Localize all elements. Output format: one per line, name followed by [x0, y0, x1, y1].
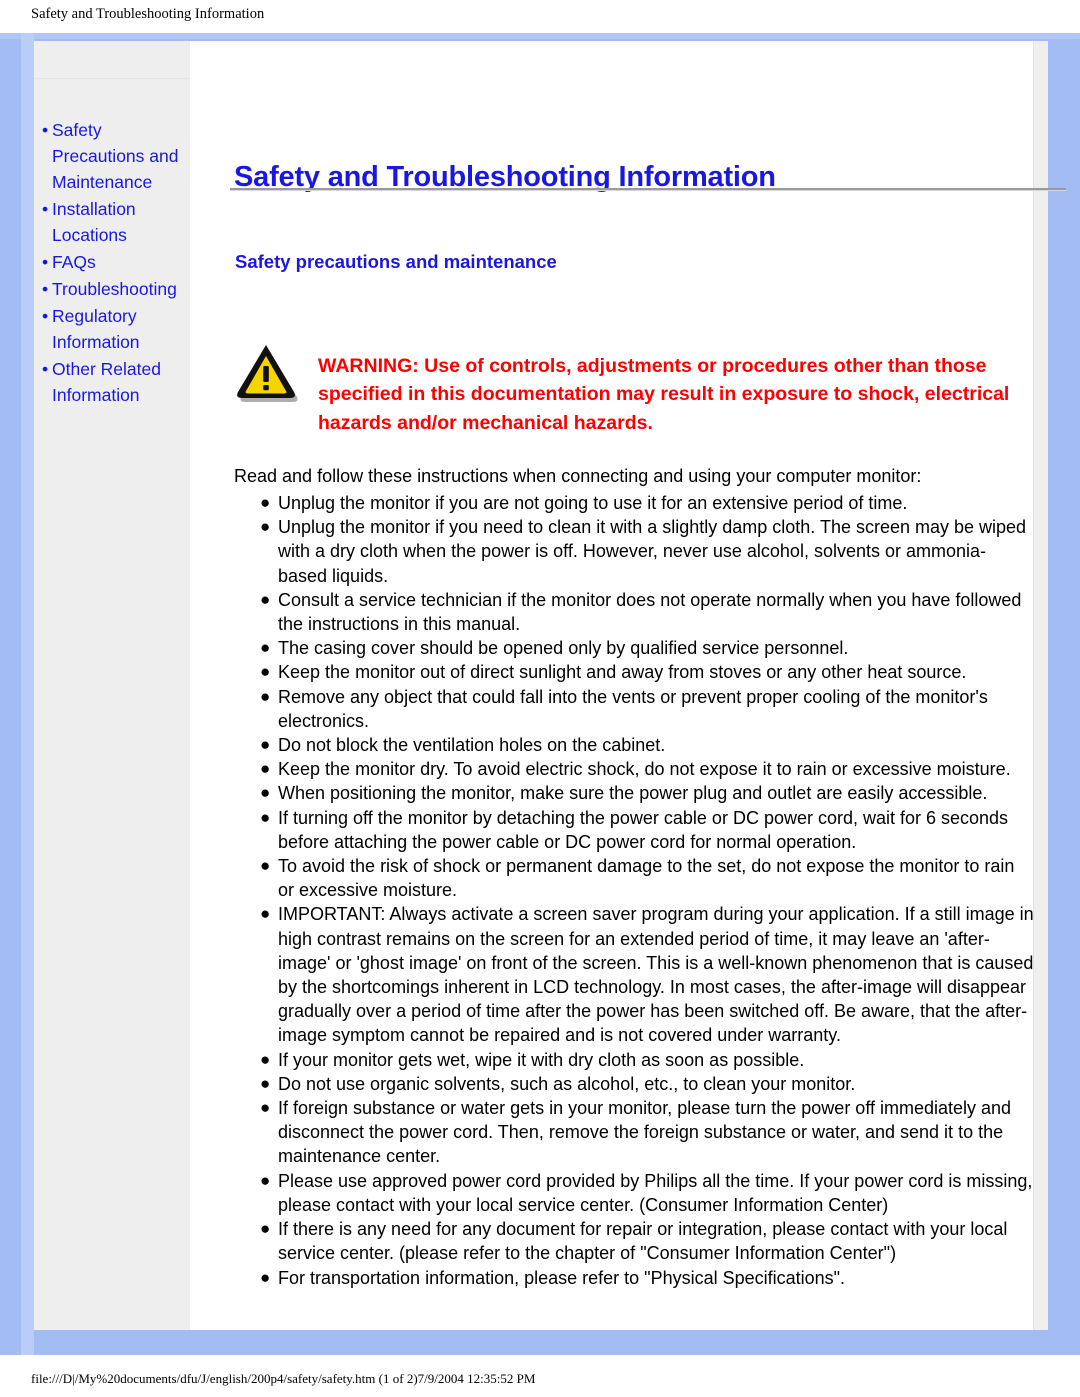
warning-message: WARNING: Use of controls, adjustments or… [318, 354, 1010, 434]
content-card: • Safety Precautions and Maintenance • I… [34, 41, 1066, 1330]
bullet-icon: ● [260, 686, 271, 706]
bullet-icon: ● [260, 662, 271, 682]
bullet-icon: ● [260, 1219, 271, 1239]
list-item-text: If foreign substance or water gets in yo… [278, 1098, 1012, 1167]
sidebar-item-installation-locations[interactable]: • Installation Locations [34, 196, 190, 248]
sidebar-item-safety-precautions-and-maintenance[interactable]: • Safety Precautions and Maintenance [34, 117, 190, 195]
bullet-icon: ● [260, 638, 271, 658]
sidebar-item-label: Other Related Information [52, 359, 161, 405]
frame-left-band [21, 33, 34, 1355]
list-item-text: Remove any object that could fall into t… [278, 686, 988, 731]
precautions-list: ● Unplug the monitor if you are not goin… [234, 491, 1034, 1290]
list-item: ● IMPORTANT: Always activate a screen sa… [234, 902, 1034, 1047]
list-item-text: If there is any need for any document fo… [278, 1219, 1008, 1264]
list-item-text: If your monitor gets wet, wipe it with d… [278, 1049, 805, 1070]
sidebar-item-label: Installation Locations [52, 199, 136, 245]
list-item-text: When positioning the monitor, make sure … [278, 783, 988, 804]
bullet-icon: ● [260, 517, 271, 537]
sidebar-item-label: FAQs [52, 252, 96, 272]
bullet-icon: ● [260, 807, 271, 827]
list-item: ● Unplug the monitor if you need to clea… [234, 515, 1034, 588]
content-right-gutter [1033, 41, 1048, 1330]
sidebar-item-list: • Safety Precautions and Maintenance • I… [34, 117, 190, 409]
list-item: ● Consult a service technician if the mo… [234, 588, 1034, 636]
warning-triangle-icon [234, 341, 302, 403]
list-item-text: Unplug the monitor if you need to clean … [278, 517, 1027, 586]
bullet-icon: ● [260, 735, 271, 755]
sidebar-navigation: • Safety Precautions and Maintenance • I… [34, 41, 190, 1330]
list-item: ● For transportation information, please… [234, 1266, 1034, 1290]
list-item-text: Do not block the ventilation holes on th… [278, 735, 666, 756]
sidebar-divider [34, 78, 190, 79]
list-item: ● The casing cover should be opened only… [234, 636, 1034, 660]
sidebar-item-label: Regulatory Information [52, 306, 140, 352]
sidebar-item-label: Safety Precautions and Maintenance [52, 120, 179, 192]
bullet-icon: ● [260, 783, 271, 803]
list-item: ● To avoid the risk of shock or permanen… [234, 854, 1034, 902]
list-item: ● Remove any object that could fall into… [234, 685, 1034, 733]
list-item-text: Consult a service technician if the moni… [278, 589, 1022, 635]
intro-paragraph: Read and follow these instructions when … [234, 466, 922, 486]
bullet-icon: ● [260, 1049, 271, 1069]
section-heading: Safety precautions and maintenance [235, 251, 557, 273]
bullet-icon: ● [260, 904, 271, 924]
list-item: ● Please use approved power cord provide… [234, 1169, 1034, 1217]
bullet-icon: ● [260, 1267, 271, 1287]
main-content: Safety and Troubleshooting Information S… [190, 41, 1066, 1330]
sidebar-item-faqs[interactable]: • FAQs [34, 249, 190, 275]
list-item-text: To avoid the risk of shock or permanent … [278, 856, 1015, 901]
list-item-text: Keep the monitor dry. To avoid electric … [278, 759, 1011, 780]
bullet-icon: ● [260, 1073, 271, 1093]
bullet-icon: • [42, 199, 49, 219]
list-item: ● If foreign substance or water gets in … [234, 1096, 1034, 1169]
list-item-text: Do not use organic solvents, such as alc… [278, 1073, 856, 1094]
title-divider [230, 188, 1066, 191]
bullet-icon: • [42, 120, 49, 140]
page-frame: • Safety Precautions and Maintenance • I… [0, 33, 1080, 1355]
sidebar-item-troubleshooting[interactable]: • Troubleshooting [34, 276, 190, 302]
print-header-title: Safety and Troubleshooting Information [31, 6, 265, 22]
list-item-text: Keep the monitor out of direct sunlight … [278, 662, 967, 683]
bullet-icon: • [42, 279, 49, 299]
bullet-icon: ● [260, 856, 271, 876]
list-item-text: Please use approved power cord provided … [278, 1170, 1033, 1215]
bullet-icon: ● [260, 493, 271, 512]
list-item: ● If turning off the monitor by detachin… [234, 806, 1034, 854]
list-item: ● Keep the monitor out of direct sunligh… [234, 660, 1034, 684]
list-item-text: The casing cover should be opened only b… [278, 638, 849, 659]
list-item: ● Keep the monitor dry. To avoid electri… [234, 757, 1034, 781]
bullet-icon: ● [260, 1098, 271, 1118]
bullet-icon: ● [260, 589, 271, 609]
print-footer-path: file:///D|/My%20documents/dfu/J/english/… [31, 1371, 536, 1386]
bullet-icon: • [42, 359, 49, 379]
list-item: ● Do not block the ventilation holes on … [234, 733, 1034, 757]
bullet-icon: • [42, 306, 49, 326]
print-header: Safety and Troubleshooting Information [0, 0, 1080, 33]
list-item-text: IMPORTANT: Always activate a screen save… [278, 904, 1034, 1046]
sidebar-item-other-related-information[interactable]: • Other Related Information [34, 356, 190, 408]
frame-top-band [0, 33, 1080, 39]
list-item: ● Do not use organic solvents, such as a… [234, 1072, 1034, 1096]
bullet-icon: ● [260, 1170, 271, 1190]
list-item: ● When positioning the monitor, make sur… [234, 781, 1034, 805]
bullet-icon: ● [260, 759, 271, 779]
list-item-text: For transportation information, please r… [278, 1267, 846, 1288]
list-item: ● If your monitor gets wet, wipe it with… [234, 1048, 1034, 1072]
list-item: ● Unplug the monitor if you are not goin… [234, 491, 1034, 515]
list-item-text: If turning off the monitor by detaching … [278, 807, 1009, 852]
bullet-icon: • [42, 252, 49, 272]
list-item: ● If there is any need for any document … [234, 1217, 1034, 1265]
list-item-text: Unplug the monitor if you are not going … [278, 493, 908, 513]
sidebar-item-label: Troubleshooting [52, 279, 177, 299]
print-footer: file:///D|/My%20documents/dfu/J/english/… [0, 1355, 1080, 1397]
sidebar-item-regulatory-information[interactable]: • Regulatory Information [34, 303, 190, 355]
